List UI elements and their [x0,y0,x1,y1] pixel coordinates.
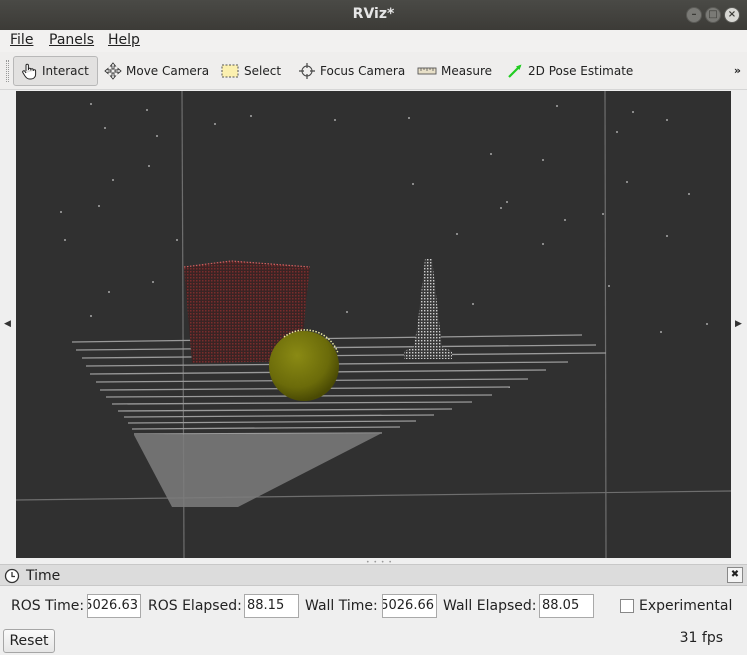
minimize-icon[interactable]: – [686,7,702,23]
tool-select-label: Select [244,64,282,78]
tool-measure-label: Measure [441,64,492,78]
render-viewport[interactable] [16,91,731,558]
time-panel-row: ROS Time: 1680005026.63 ROS Elapsed: 88.… [0,592,747,620]
wall-time-label: Wall Time: [305,598,378,614]
tools-toolbar: Interact Move Camera Select Focus Camera… [0,52,747,90]
background-points [60,103,708,333]
left-panel-collapse-icon[interactable]: ◀ [4,319,11,329]
move-arrows-icon [104,62,122,80]
time-panel-close-button[interactable]: ✖ [727,567,743,583]
close-icon[interactable]: × [724,7,740,23]
wall-time-field[interactable]: 1680005026.66 [382,594,437,618]
menu-file-label: File [10,32,34,48]
ros-elapsed-label: ROS Elapsed: [148,598,242,614]
window-title: RViz* [352,6,395,22]
ground-scan-lines [71,334,607,435]
tool-focus-camera-label: Focus Camera [320,64,406,78]
reset-button[interactable]: Reset [3,629,55,653]
tool-interact-label: Interact [42,64,89,78]
yellow-sphere [269,331,339,401]
wall-elapsed-field[interactable]: 88.05 [539,594,594,618]
experimental-checkbox[interactable] [620,599,634,613]
experimental-label: Experimental [639,598,733,614]
toolbar-overflow-button[interactable]: » [734,64,741,77]
ros-elapsed-field[interactable]: 88.15 [244,594,299,618]
scene-render [16,91,731,558]
select-box-icon [221,64,239,78]
menu-panels-label: Panels [49,32,95,48]
tool-2d-pose-estimate-label: 2D Pose Estimate [528,64,634,78]
clock-icon [4,568,20,584]
ros-time-label: ROS Time: [11,598,85,614]
time-panel-title: Time [26,568,61,584]
ros-time-field[interactable]: 1680005026.63 [87,594,141,618]
tool-move-camera-label: Move Camera [126,64,210,78]
toolbar-grip[interactable] [6,60,9,82]
maximize-icon[interactable]: □ [705,7,721,23]
tool-move-camera[interactable]: Move Camera [98,56,215,86]
time-panel-header: Time ✖ [0,564,747,586]
tool-select[interactable]: Select [214,56,287,86]
menu-panels[interactable]: Panels [49,32,94,48]
tool-measure[interactable]: Measure [411,56,498,86]
window-titlebar: RViz* – □ × [0,0,747,30]
tool-2d-pose-estimate[interactable]: 2D Pose Estimate [500,56,639,86]
grid-lines [16,91,731,558]
fps-readout: 31 fps [679,630,723,646]
menu-help-label: Help [108,32,140,48]
wall-elapsed-label: Wall Elapsed: [443,598,537,614]
menu-file[interactable]: File [10,32,33,48]
crosshair-icon [299,63,315,79]
hand-pointer-icon [22,63,37,80]
menu-help[interactable]: Help [108,32,140,48]
tool-focus-camera[interactable]: Focus Camera [292,56,411,86]
ruler-icon [417,67,437,75]
pose-arrow-icon [508,64,522,78]
right-panel-collapse-icon[interactable]: ▶ [735,319,742,329]
white-cone-cloud [404,259,452,359]
menu-bar: File Panels Help [0,30,747,52]
tool-interact[interactable]: Interact [13,56,98,86]
